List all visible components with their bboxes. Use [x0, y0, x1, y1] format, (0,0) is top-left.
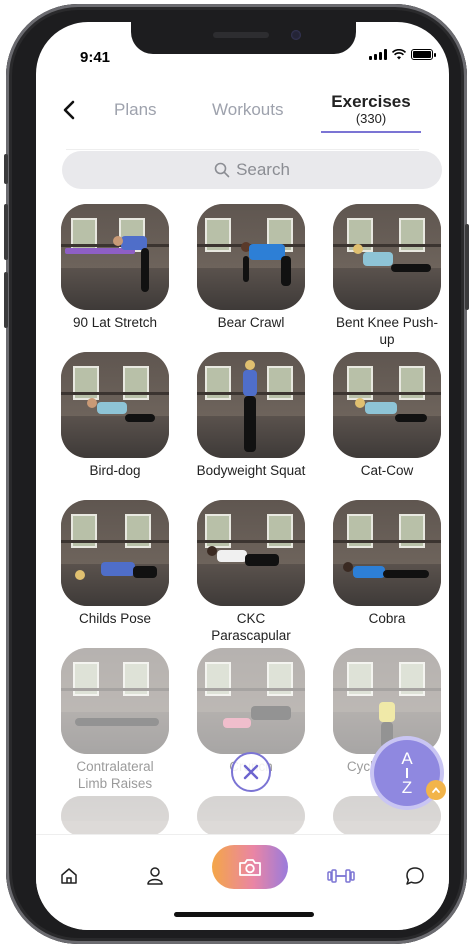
exercise-card[interactable]	[60, 796, 170, 836]
exercise-card[interactable]	[196, 796, 306, 836]
exercise-thumbnail	[61, 204, 169, 310]
person-icon	[147, 867, 163, 885]
tab-exercises-label: Exercises	[331, 92, 411, 111]
exercise-card[interactable]: Bear Crawl	[196, 204, 306, 331]
exercise-thumbnail	[333, 500, 441, 606]
sort-letter-z: Z	[401, 778, 413, 797]
exercise-count: (330)	[355, 111, 387, 126]
tab-exercises-nav[interactable]	[326, 861, 356, 891]
tab-home[interactable]	[54, 861, 84, 891]
exercise-thumbnail	[333, 648, 441, 754]
top-navigation: Plans Workouts Exercises (330)	[36, 92, 449, 150]
close-button[interactable]	[231, 752, 271, 792]
exercise-label: Bodyweight Squat	[196, 463, 306, 478]
sort-letter-a: A	[401, 749, 413, 768]
status-icons	[369, 49, 436, 60]
exercise-card[interactable]: Contralateral Limb Raises	[60, 648, 170, 792]
exercise-thumbnail	[61, 796, 169, 836]
exercise-thumbnail	[333, 204, 441, 310]
exercise-card[interactable]: Bent Knee Push-up	[332, 204, 442, 348]
exercise-thumbnail	[197, 352, 305, 458]
exercise-card[interactable]: Childs Pose	[60, 500, 170, 627]
volume-up-button	[4, 204, 8, 260]
tab-profile[interactable]	[140, 861, 170, 891]
tab-workouts[interactable]: Workouts	[212, 100, 284, 120]
exercise-card[interactable]: Bodyweight Squat	[196, 352, 306, 479]
exercise-thumbnail	[197, 500, 305, 606]
exercise-thumbnail	[197, 796, 305, 836]
speaker	[213, 32, 269, 38]
exercise-label: Childs Pose	[78, 611, 152, 626]
screen: 9:41 Plans Workouts Exercises (330) Sear…	[36, 22, 449, 930]
sort-az-button[interactable]: A Z	[374, 740, 446, 806]
exercise-card[interactable]: Cobra	[332, 500, 442, 627]
exercise-thumbnail	[197, 648, 305, 754]
exercise-thumbnail	[197, 204, 305, 310]
wifi-icon	[392, 49, 406, 60]
tab-messages[interactable]	[400, 861, 430, 891]
exercise-label: 90 Lat Stretch	[72, 315, 158, 330]
notch	[131, 22, 356, 54]
exercise-label: Contralateral Limb Raises	[76, 759, 154, 791]
exercise-card[interactable]: Cat-Cow	[332, 352, 442, 479]
exercise-label: Bird-dog	[89, 463, 141, 478]
camera-icon	[239, 859, 261, 876]
front-camera	[291, 30, 301, 40]
search-placeholder: Search	[236, 160, 290, 179]
back-chevron-icon[interactable]	[58, 98, 82, 122]
exercise-thumbnail	[61, 352, 169, 458]
exercise-card[interactable]: 90 Lat Stretch	[60, 204, 170, 331]
search-input[interactable]: Search	[62, 151, 442, 189]
mute-switch	[4, 154, 8, 184]
home-indicator	[174, 912, 314, 917]
exercise-card[interactable]	[332, 796, 442, 836]
exercise-label: Bent Knee Push-up	[335, 315, 439, 347]
signal-icon	[369, 49, 387, 60]
exercise-label: CKC Parascapular	[211, 611, 291, 643]
exercise-thumbnail	[333, 796, 441, 836]
exercise-label: Cat-Cow	[360, 463, 414, 478]
exercise-thumbnail	[61, 500, 169, 606]
tab-plans[interactable]: Plans	[114, 100, 157, 120]
dumbbell-icon	[327, 869, 355, 883]
phone-frame: 9:41 Plans Workouts Exercises (330) Sear…	[4, 4, 469, 944]
sort-arrow-icon	[406, 768, 408, 778]
battery-icon	[411, 49, 436, 60]
home-icon	[61, 868, 77, 884]
exercise-card[interactable]: CKC Parascapular	[196, 500, 306, 644]
chevron-up-icon[interactable]	[426, 780, 446, 800]
nav-divider	[66, 149, 419, 150]
volume-down-button	[4, 272, 8, 328]
exercise-thumbnail	[333, 352, 441, 458]
search-icon	[214, 162, 230, 178]
exercise-card[interactable]: Bird-dog	[60, 352, 170, 479]
power-button	[465, 224, 469, 310]
status-time: 9:41	[80, 49, 111, 66]
active-tab-indicator	[321, 131, 421, 133]
tab-exercises[interactable]: Exercises (330)	[320, 92, 422, 126]
exercise-thumbnail	[61, 648, 169, 754]
close-icon	[243, 764, 259, 780]
exercise-label: Cobra	[368, 611, 406, 626]
exercise-label: Bear Crawl	[217, 315, 285, 330]
chat-bubble-icon	[406, 867, 424, 885]
camera-button[interactable]	[212, 845, 288, 889]
